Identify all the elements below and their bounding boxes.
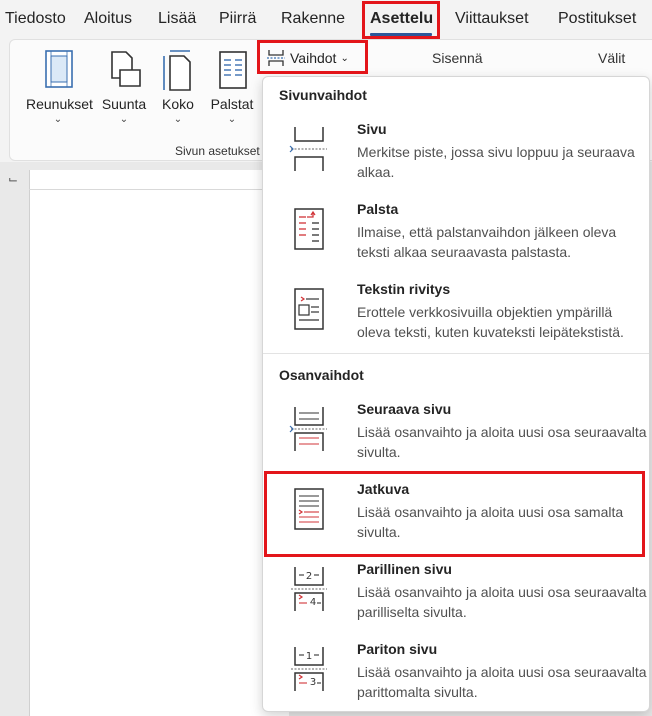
tab-piirra[interactable]: Piirrä	[219, 10, 256, 28]
orientation-button[interactable]: Suunta ⌄	[98, 48, 150, 125]
tab-tiedosto[interactable]: Tiedosto	[5, 10, 66, 28]
menu-item-title: Sivu	[357, 121, 387, 137]
tab-aloitus[interactable]: Aloitus	[84, 10, 132, 28]
menu-item-title: Pariton sivu	[357, 641, 438, 657]
menu-item-desc: Lisää osanvaihto ja aloita uusi osa seur…	[357, 584, 647, 620]
margins-button[interactable]: Reunukset ⌄	[26, 48, 93, 125]
menu-separator	[263, 353, 649, 354]
indent-label: Sisennä	[432, 50, 483, 66]
menu-item-title: Seuraava sivu	[357, 401, 452, 417]
size-label: Koko	[162, 96, 194, 112]
chevron-down-icon: ⌄	[227, 114, 237, 125]
menu-item-desc: Lisää osanvaihto ja aloita uusi osa seur…	[357, 664, 647, 700]
chevron-down-icon: ⌄	[53, 114, 63, 125]
ribbon-tab-bar: Tiedosto Aloitus Lisää Piirrä Rakenne As…	[0, 0, 652, 38]
page-setup-group-label: Sivun asetukset	[175, 144, 260, 158]
tab-stop-icon[interactable]: ⌙	[8, 172, 18, 186]
even-top-number: 2	[306, 571, 312, 582]
odd-page-icon: 1 3	[291, 647, 327, 691]
even-page-icon: 2 4	[291, 567, 327, 611]
even-bottom-number: 4	[310, 597, 316, 608]
menu-item-title: Parillinen sivu	[357, 561, 452, 577]
menu-item-next-page[interactable]: Seuraava sivu Lisää osanvaihto ja aloita…	[263, 401, 649, 477]
document-page[interactable]	[29, 170, 289, 716]
odd-bottom-number: 3	[310, 677, 316, 688]
columns-button[interactable]: Palstat ⌄	[208, 48, 256, 125]
chevron-down-icon: ⌄	[173, 114, 183, 125]
size-icon	[163, 50, 191, 91]
tab-rakenne[interactable]: Rakenne	[281, 10, 345, 28]
page-break-icon	[289, 127, 327, 171]
menu-item-column-break[interactable]: Palsta Ilmaise, että palstanvaihdon jälk…	[263, 201, 649, 277]
highlight-asettelu-tab	[362, 1, 440, 39]
orientation-label: Suunta	[101, 96, 147, 112]
section-breaks-header: Osanvaihdot	[279, 367, 364, 383]
spacing-label: Välit	[598, 50, 626, 66]
menu-item-title: Tekstin rivitys	[357, 281, 451, 297]
breaks-dropdown-menu: Sivunvaihdot Sivu Merkitse piste, jossa …	[262, 76, 650, 712]
menu-item-desc: Lisää osanvaihto ja aloita uusi osa seur…	[357, 424, 647, 460]
page-breaks-header: Sivunvaihdot	[279, 87, 367, 103]
menu-item-page-break[interactable]: Sivu Merkitse piste, jossa sivu loppuu j…	[263, 121, 649, 197]
orientation-icon	[111, 51, 141, 87]
menu-item-desc: Ilmaise, että palstanvaihdon jälkeen ole…	[357, 224, 617, 260]
margins-icon	[45, 50, 73, 88]
text-wrapping-icon	[294, 288, 324, 330]
menu-item-odd-page[interactable]: 1 3 Pariton sivu Lisää osanvaihto ja alo…	[263, 641, 649, 716]
menu-item-title: Palsta	[357, 201, 399, 217]
menu-item-text-wrapping[interactable]: Tekstin rivitys Erottele verkkosivuilla …	[263, 281, 649, 357]
highlight-breaks-button	[257, 40, 368, 74]
menu-item-desc: Merkitse piste, jossa sivu loppuu ja seu…	[357, 144, 635, 180]
menu-item-even-page[interactable]: 2 4 Parillinen sivu Lisää osanvaihto ja …	[263, 561, 649, 637]
menu-item-desc: Erottele verkkosivuilla objektien ympäri…	[357, 304, 624, 340]
column-break-icon	[294, 208, 324, 250]
tab-lisaa[interactable]: Lisää	[158, 10, 196, 28]
columns-label: Palstat	[210, 96, 254, 112]
page-margin-line	[29, 189, 269, 190]
chevron-down-icon: ⌄	[119, 114, 129, 125]
odd-top-number: 1	[306, 651, 312, 662]
margins-label: Reunukset	[26, 96, 93, 112]
next-page-icon	[289, 407, 327, 451]
size-button[interactable]: Koko ⌄	[156, 48, 200, 125]
highlight-continuous-item	[264, 471, 645, 557]
tab-viittaukset[interactable]: Viittaukset	[455, 10, 529, 28]
columns-icon	[219, 51, 247, 89]
tab-postitukset[interactable]: Postitukset	[558, 10, 636, 28]
